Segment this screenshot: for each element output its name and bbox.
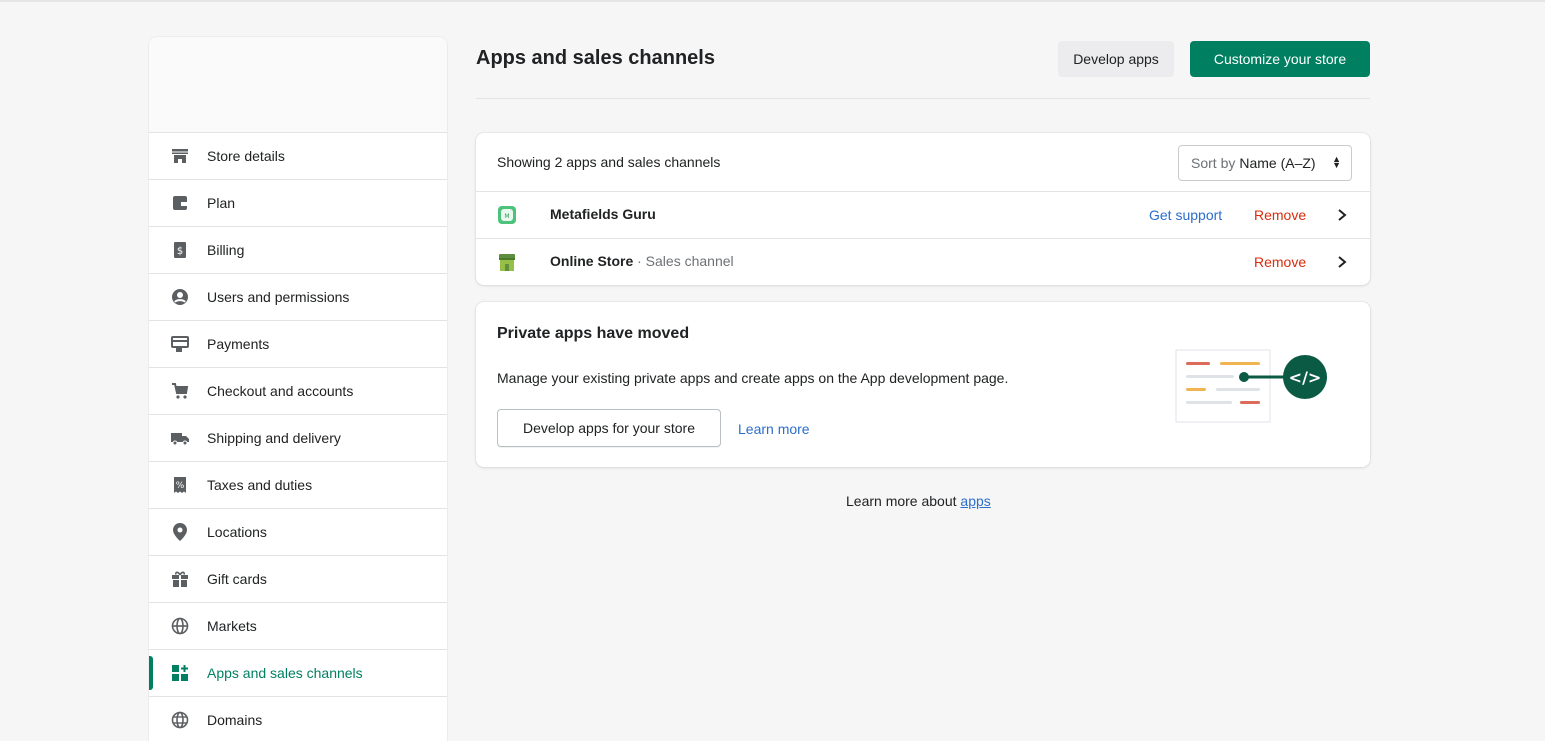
code-illustration-icon: </> bbox=[1175, 349, 1327, 423]
sidebar-item-gift-cards[interactable]: Gift cards bbox=[149, 556, 447, 603]
cart-icon bbox=[172, 383, 189, 399]
sidebar-item-label: Apps and sales channels bbox=[207, 665, 363, 681]
private-apps-description: Manage your existing private apps and cr… bbox=[497, 370, 1009, 386]
domain-globe-icon bbox=[171, 711, 189, 729]
develop-apps-for-store-button[interactable]: Develop apps for your store bbox=[497, 409, 721, 447]
sidebar-item-label: Payments bbox=[207, 336, 270, 352]
sidebar-item-store-details[interactable]: Store details bbox=[149, 133, 447, 180]
sort-caret-icon: ▲ ▼ bbox=[1332, 154, 1341, 170]
sidebar-item-label: Billing bbox=[207, 242, 245, 258]
billing-icon: $ bbox=[174, 242, 186, 258]
apps-icon bbox=[172, 665, 188, 681]
sidebar-item-label: Domains bbox=[207, 712, 263, 728]
sidebar-item-label: Plan bbox=[207, 195, 236, 211]
sidebar-item-label: Taxes and duties bbox=[207, 477, 313, 493]
apps-count-text: Showing 2 apps and sales channels bbox=[497, 154, 721, 170]
sidebar-item-label: Gift cards bbox=[207, 571, 267, 587]
sidebar-item-markets[interactable]: Markets bbox=[149, 603, 447, 650]
sidebar-item-locations[interactable]: Locations bbox=[149, 509, 447, 556]
location-pin-icon bbox=[173, 523, 187, 541]
develop-apps-button[interactable]: Develop apps bbox=[1058, 41, 1174, 77]
sidebar-item-shipping[interactable]: Shipping and delivery bbox=[149, 415, 447, 462]
sidebar-item-label: Users and permissions bbox=[207, 289, 350, 305]
app-name-text: Online Store bbox=[550, 253, 634, 269]
sidebar-item-payments[interactable]: Payments bbox=[149, 321, 447, 368]
user-icon bbox=[172, 289, 188, 305]
chevron-right-icon[interactable] bbox=[1334, 206, 1350, 224]
private-apps-title: Private apps have moved bbox=[497, 325, 690, 342]
sidebar-item-checkout[interactable]: Checkout and accounts bbox=[149, 368, 447, 415]
header-divider bbox=[476, 98, 1370, 99]
app-subtitle: · Sales channel bbox=[637, 253, 734, 269]
sort-prefix: Sort by bbox=[1191, 155, 1236, 171]
window-edge bbox=[1545, 0, 1555, 741]
sidebar-header bbox=[149, 37, 447, 133]
svg-text:$: $ bbox=[177, 246, 183, 257]
metafields-app-icon: M bbox=[498, 206, 516, 224]
apps-list-card: Showing 2 apps and sales channels Sort b… bbox=[476, 133, 1370, 285]
app-row-online-store[interactable]: Online Store · Sales channel Remove bbox=[476, 239, 1370, 285]
sidebar-item-billing[interactable]: $ Billing bbox=[149, 227, 447, 274]
svg-text:%: % bbox=[176, 481, 185, 491]
page-title: Apps and sales channels bbox=[476, 47, 715, 69]
sidebar-item-label: Markets bbox=[207, 618, 257, 634]
sidebar-item-apps[interactable]: Apps and sales channels bbox=[149, 650, 447, 697]
sidebar-item-label: Shipping and delivery bbox=[207, 430, 341, 446]
svg-text:</>: </> bbox=[1289, 368, 1322, 387]
tax-icon: % bbox=[174, 477, 186, 493]
learn-more-link[interactable]: Learn more bbox=[738, 421, 810, 437]
apps-list-header: Showing 2 apps and sales channels Sort b… bbox=[476, 133, 1370, 192]
globe-icon bbox=[171, 617, 189, 635]
top-border bbox=[0, 0, 1555, 2]
app-name: Online Store · Sales channel bbox=[550, 253, 734, 269]
sidebar-item-taxes[interactable]: % Taxes and duties bbox=[149, 462, 447, 509]
app-row-metafields-guru[interactable]: M Metafields Guru Get support Remove bbox=[476, 192, 1370, 239]
store-icon bbox=[172, 149, 188, 163]
sidebar-item-users[interactable]: Users and permissions bbox=[149, 274, 447, 321]
svg-text:M: M bbox=[504, 213, 509, 220]
apps-help-link[interactable]: apps bbox=[960, 493, 990, 509]
plan-icon bbox=[173, 196, 187, 210]
gift-icon bbox=[172, 571, 188, 587]
online-store-icon bbox=[499, 254, 515, 271]
get-support-link[interactable]: Get support bbox=[1149, 207, 1222, 223]
sidebar-item-plan[interactable]: Plan bbox=[149, 180, 447, 227]
sidebar-item-label: Checkout and accounts bbox=[207, 383, 354, 399]
settings-sidebar: Store details Plan $ Billing Users and p… bbox=[149, 37, 447, 741]
sort-select[interactable]: Sort by Name (A–Z) ▲ ▼ bbox=[1178, 145, 1352, 181]
payments-icon bbox=[171, 336, 189, 352]
private-apps-card: Private apps have moved Manage your exis… bbox=[476, 302, 1370, 467]
app-name: Metafields Guru bbox=[550, 206, 656, 222]
footer-prefix: Learn more about bbox=[846, 493, 957, 509]
sidebar-item-domains[interactable]: Domains bbox=[149, 697, 447, 741]
customize-store-button[interactable]: Customize your store bbox=[1190, 41, 1370, 77]
remove-app-link[interactable]: Remove bbox=[1254, 254, 1306, 270]
truck-icon bbox=[171, 433, 189, 446]
sidebar-item-label: Locations bbox=[207, 524, 267, 540]
chevron-right-icon[interactable] bbox=[1334, 253, 1350, 271]
remove-app-link[interactable]: Remove bbox=[1254, 207, 1306, 223]
sort-value: Name (A–Z) bbox=[1239, 155, 1316, 171]
footer-learn-more: Learn more about apps bbox=[846, 493, 991, 509]
sidebar-item-label: Store details bbox=[207, 148, 285, 164]
